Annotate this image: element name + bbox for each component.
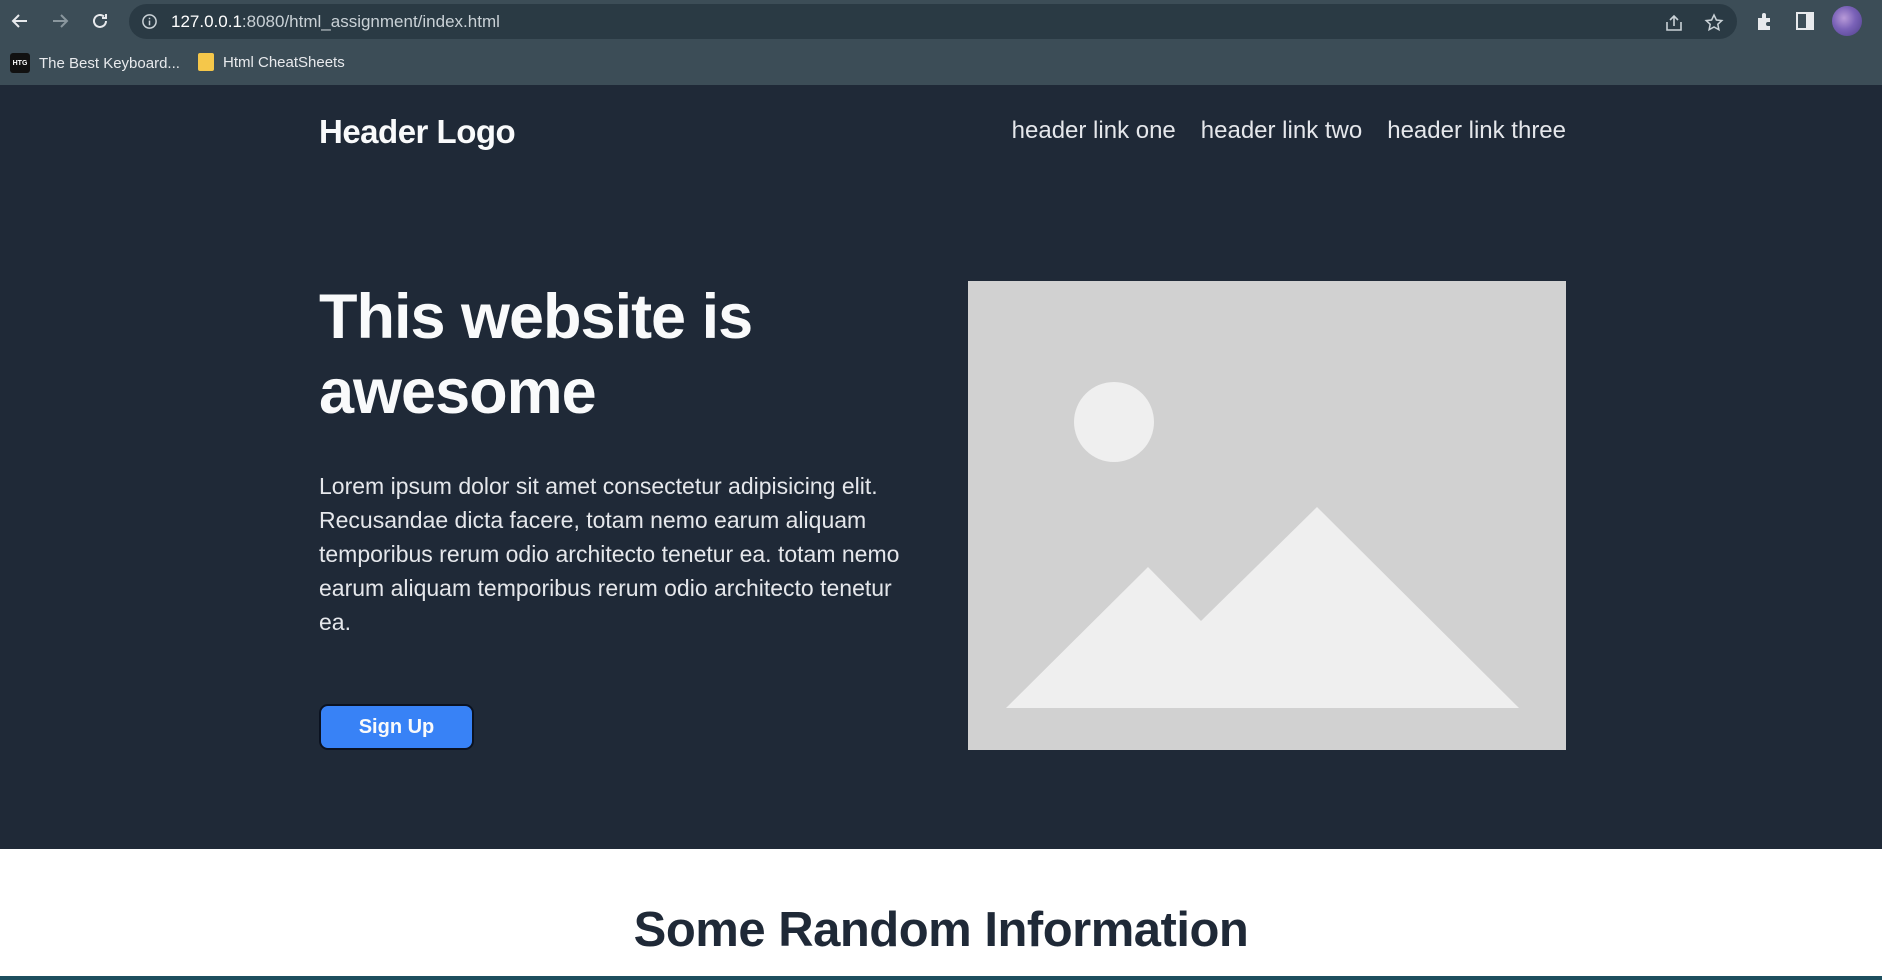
sign-up-button[interactable]: Sign Up	[319, 704, 474, 750]
address-bar[interactable]: 127.0.0.1:8080/html_assignment/index.htm…	[129, 4, 1737, 39]
bookmarks-bar: HTG The Best Keyboard... Html CheatSheet…	[0, 43, 1882, 85]
share-icon[interactable]	[1664, 13, 1684, 33]
hero-text: Lorem ipsum dolor sit amet consectetur a…	[319, 473, 900, 635]
bookmark-html-cheatsheets[interactable]: Html CheatSheets	[198, 53, 345, 71]
bookmark-label: Html CheatSheets	[223, 53, 345, 71]
extensions-icon[interactable]	[1754, 10, 1776, 32]
info-title: Some Random Information	[633, 903, 1249, 957]
hero-section: Header Logo header link one header link …	[0, 85, 1882, 849]
htg-favicon-icon: HTG	[10, 53, 30, 73]
side-panel-icon[interactable]	[1794, 10, 1816, 32]
url-text[interactable]: 127.0.0.1:8080/html_assignment/index.htm…	[171, 12, 500, 32]
bookmark-page-icon	[198, 53, 214, 71]
header-link-three[interactable]: header link three	[1387, 117, 1566, 145]
browser-toolbar: 127.0.0.1:8080/html_assignment/index.htm…	[0, 0, 1882, 43]
header-link-one[interactable]: header link one	[1012, 117, 1176, 145]
browser-chrome: 127.0.0.1:8080/html_assignment/index.htm…	[0, 0, 1882, 85]
reload-icon[interactable]	[87, 8, 113, 34]
bookmark-star-icon[interactable]	[1704, 13, 1724, 33]
placeholder-image-icon	[968, 281, 1566, 750]
profile-avatar[interactable]	[1832, 6, 1862, 36]
header-link-two[interactable]: header link two	[1201, 117, 1362, 145]
bookmark-label: The Best Keyboard...	[39, 54, 180, 72]
header-logo[interactable]: Header Logo	[319, 113, 516, 151]
info-section: Some Random Information	[0, 849, 1882, 980]
hero-title: This website is awesome	[319, 282, 753, 427]
forward-icon[interactable]	[47, 8, 73, 34]
bookmark-keyboard[interactable]: HTG The Best Keyboard...	[10, 53, 180, 73]
page-content: Header Logo header link one header link …	[0, 85, 1882, 980]
back-icon[interactable]	[7, 8, 33, 34]
header-nav: header link one header link two header l…	[1012, 117, 1566, 145]
site-info-icon[interactable]	[141, 13, 158, 30]
